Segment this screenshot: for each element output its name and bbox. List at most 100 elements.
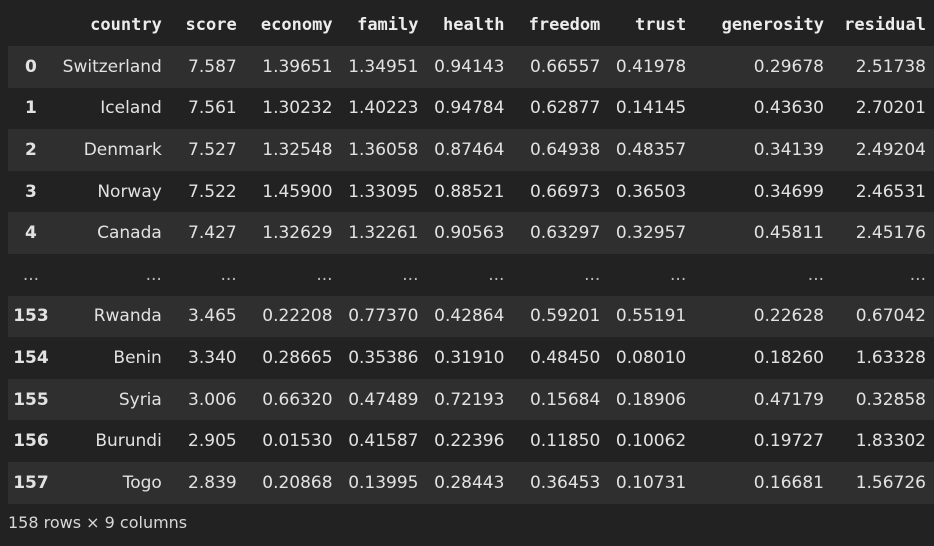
cell-country: Switzerland [62, 56, 162, 77]
cell-generosity: 0.29678 [753, 56, 825, 77]
cell-freedom: 0.63297 [529, 223, 601, 244]
cell-residual: 2.51738 [855, 56, 926, 77]
cell-economy: 1.39651 [262, 56, 333, 77]
cell-trust: 0.10062 [615, 431, 687, 452]
row-index: 2 [25, 139, 37, 160]
cell-family: 1.34951 [348, 56, 419, 77]
cell-generosity: 0.34699 [753, 181, 825, 202]
table-row: 0 Switzerland 7.587 1.39651 1.34951 0.94143 0.… [8, 46, 934, 88]
cell-score: 2.905 [188, 431, 237, 452]
cell-family: 1.33095 [348, 181, 419, 202]
header-residual: residual [844, 15, 926, 35]
cell-country: Norway [97, 181, 162, 202]
cell-family: 0.77370 [348, 306, 419, 327]
cell-generosity: 0.18260 [753, 347, 825, 368]
cell-family: 0.35386 [348, 347, 419, 368]
cell-score: 7.522 [188, 181, 237, 202]
row-index: 1 [25, 98, 37, 119]
cell-freedom: 0.36453 [529, 472, 601, 493]
cell-economy: 1.32548 [262, 139, 333, 160]
table-header: country score economy family health freedom tr… [8, 4, 934, 46]
cell-economy: 1.45900 [262, 181, 333, 202]
cell-score: 7.427 [188, 223, 237, 244]
cell-score: 3.340 [188, 347, 237, 368]
cell-health: ... [488, 264, 505, 285]
cell-economy: 0.66320 [262, 389, 333, 410]
cell-residual: 0.32858 [855, 389, 926, 410]
header-country: country [90, 15, 162, 35]
row-index: 4 [25, 223, 37, 244]
cell-residual: 2.46531 [855, 181, 926, 202]
cell-health: 0.94784 [434, 98, 505, 119]
cell-trust: 0.32957 [615, 223, 687, 244]
cell-country: Syria [118, 389, 162, 410]
cell-economy: 1.30232 [262, 98, 333, 119]
table-row: 155 Syria 3.006 0.66320 0.47489 0.72193 0.1568… [8, 378, 934, 421]
row-index: 156 [13, 431, 49, 452]
cell-score: 3.006 [188, 389, 237, 410]
table-row: 3 Norway 7.522 1.45900 1.33095 0.88521 0.66973… [8, 170, 934, 213]
cell-score: 3.465 [188, 306, 237, 327]
cell-family: 1.40223 [348, 98, 419, 119]
table-row: 2 Denmark 7.527 1.32548 1.36058 0.87464 0.6493… [8, 129, 934, 171]
header-row: country score economy family health freedom tr… [8, 4, 934, 46]
table-row: 1 Iceland 7.561 1.30232 1.40223 0.94784 0.6287… [8, 87, 934, 130]
cell-health: 0.87464 [434, 139, 505, 160]
cell-generosity: 0.45811 [753, 223, 825, 244]
header-health: health [443, 15, 505, 35]
cell-score: 7.587 [188, 56, 237, 77]
cell-score: 2.839 [188, 472, 237, 493]
cell-family: ... [402, 264, 419, 285]
cell-health: 0.90563 [434, 223, 505, 244]
cell-health: 0.42864 [434, 306, 505, 327]
row-index: 3 [25, 181, 37, 202]
cell-health: 0.22396 [434, 431, 505, 452]
header-score: score [185, 15, 237, 35]
table-body: 0 Switzerland 7.587 1.39651 1.34951 0.94143 0.… [8, 46, 934, 504]
cell-health: 0.28443 [434, 472, 505, 493]
cell-freedom: 0.64938 [529, 139, 601, 160]
cell-country: Benin [113, 347, 162, 368]
dataframe-table: country score economy family health freedom tr… [8, 4, 934, 504]
cell-residual: ... [909, 264, 926, 285]
cell-economy: 0.22208 [262, 306, 333, 327]
cell-family: 0.13995 [348, 472, 419, 493]
cell-trust: 0.10731 [615, 472, 687, 493]
header-freedom: freedom [528, 15, 601, 35]
row-index: 0 [25, 56, 37, 77]
cell-trust: 0.55191 [615, 306, 687, 327]
cell-freedom: 0.66557 [529, 56, 601, 77]
cell-freedom: 0.62877 [529, 98, 601, 119]
cell-freedom: 0.15684 [529, 389, 601, 410]
row-index: 154 [13, 347, 49, 368]
cell-generosity: 0.22628 [753, 306, 825, 327]
cell-freedom: 0.48450 [529, 347, 601, 368]
cell-freedom: 0.59201 [529, 306, 601, 327]
cell-country: Iceland [100, 98, 162, 119]
header-economy: economy [260, 15, 333, 35]
cell-residual: 1.56726 [855, 472, 926, 493]
cell-family: 1.36058 [348, 139, 419, 160]
cell-residual: 2.49204 [855, 139, 926, 160]
row-index: ... [22, 264, 40, 285]
cell-generosity: ... [807, 264, 825, 285]
table-row: 157 Togo 2.839 0.20868 0.13995 0.28443 0.36453… [8, 461, 934, 504]
cell-health: 0.94143 [434, 56, 505, 77]
cell-economy: 1.32629 [262, 223, 333, 244]
table-row: 153 Rwanda 3.465 0.22208 0.77370 0.42864 0.592… [8, 295, 934, 338]
cell-trust: ... [670, 264, 687, 285]
cell-economy: 0.28665 [262, 347, 333, 368]
cell-economy: 0.20868 [262, 472, 333, 493]
cell-family: 1.32261 [348, 223, 419, 244]
cell-country: Togo [122, 472, 162, 493]
cell-trust: 0.36503 [615, 181, 687, 202]
header-trust: trust [635, 15, 687, 35]
table-row: 156 Burundi 2.905 0.01530 0.41587 0.22396 0.11… [8, 420, 934, 462]
cell-generosity: 0.19727 [753, 431, 825, 452]
cell-trust: 0.14145 [615, 98, 687, 119]
cell-generosity: 0.47179 [753, 389, 825, 410]
cell-country: Denmark [83, 139, 162, 160]
cell-residual: 1.83302 [855, 431, 926, 452]
cell-residual: 0.67042 [855, 306, 926, 327]
header-index [8, 4, 54, 46]
